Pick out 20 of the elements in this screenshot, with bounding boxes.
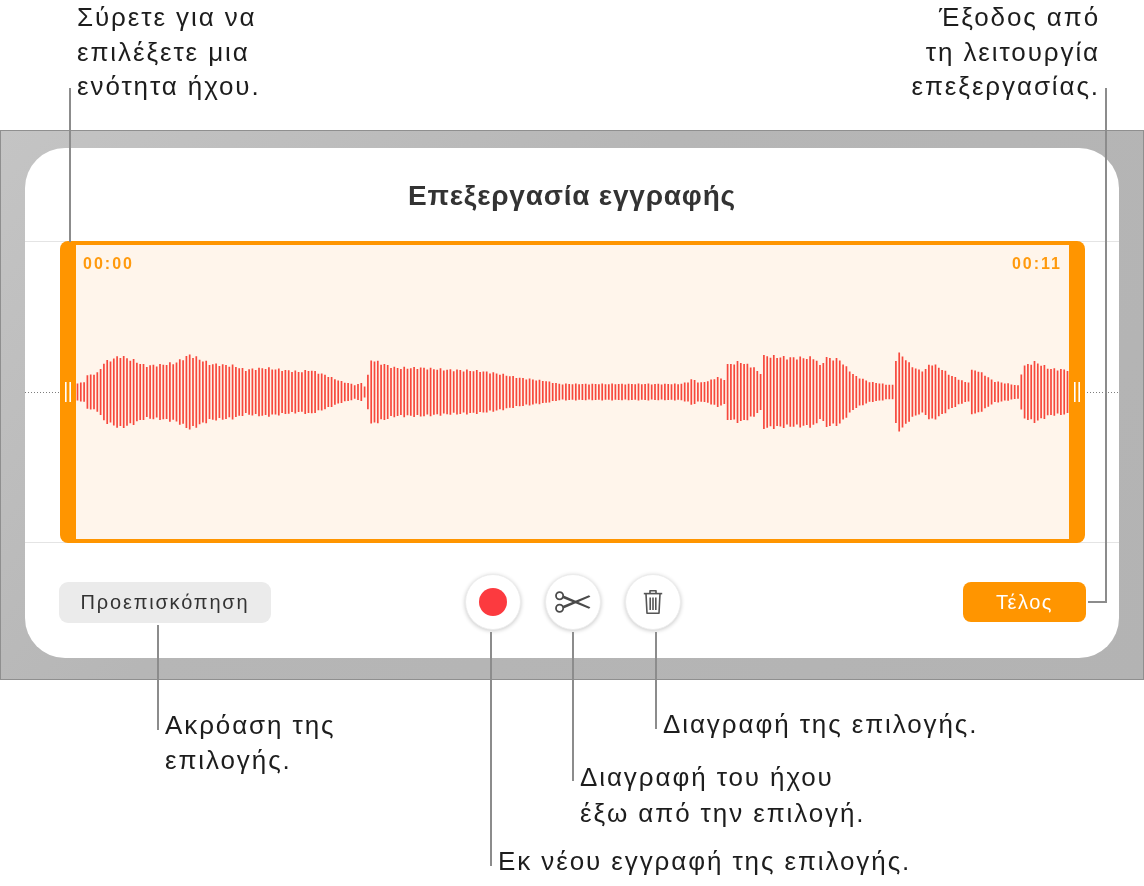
grip-icon [65,382,71,402]
callout-text: Έξοδος από τη λειτουργία επεξεργασίας. [911,1,1100,103]
callout-text: Διαγραφή της επιλογής. [663,708,979,741]
trim-button[interactable] [544,574,601,630]
record-icon [478,588,507,616]
callout-text: Σύρετε για να επιλέξετε μια ενότητα ήχου. [77,1,261,103]
dialog-title: Επεξεργασία εγγραφής [408,181,736,211]
callout-text: Διαγραφή του ήχου έξω από την επιλογή. [580,761,866,830]
selection-handle[interactable] [60,241,76,543]
trash-icon [642,589,663,615]
callout-text: Ακρόαση της επιλογής. [165,709,336,777]
delete-button[interactable] [624,574,681,630]
preview-button[interactable]: Προεπισκόπηση [59,581,271,623]
callout-text: Εκ νέου εγγραφή της επιλογής. [498,845,912,878]
record-button[interactable] [464,574,521,630]
start-time: 00:00 [83,255,134,273]
grip-icon [1074,382,1080,402]
scissors-icon [554,591,591,613]
end-time: 00:11 [1011,255,1062,273]
selection-handle[interactable] [1069,241,1085,543]
